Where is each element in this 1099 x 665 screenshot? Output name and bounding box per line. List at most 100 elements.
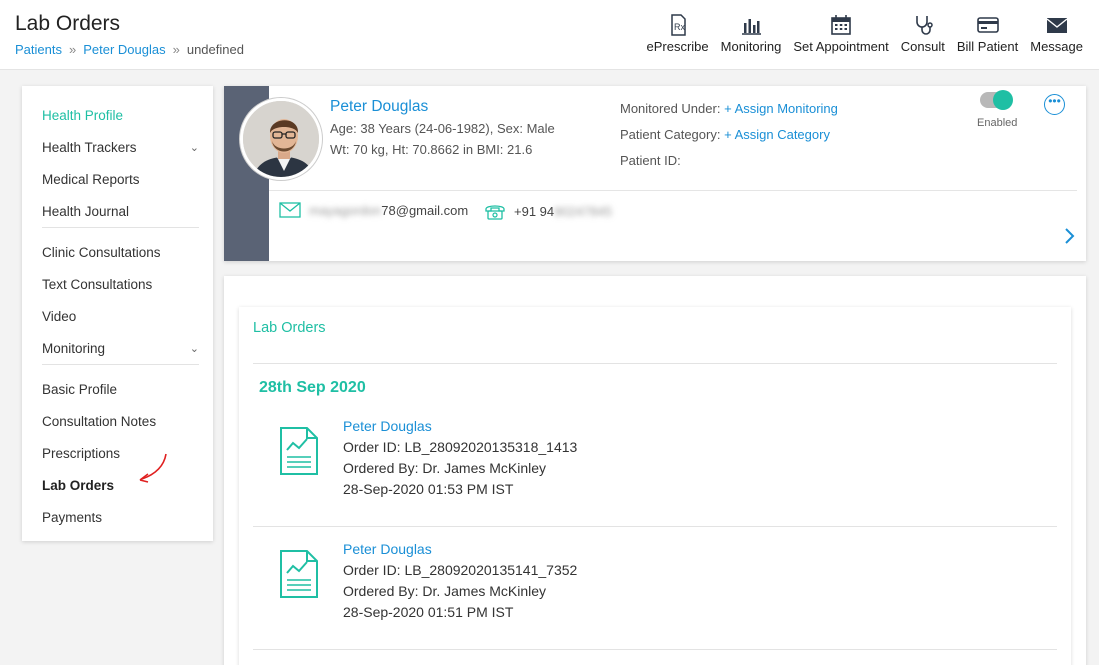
order-id: Order ID: LB_28092020135141_7352 — [343, 562, 578, 578]
patient-photo-icon — [243, 101, 319, 177]
envelope-icon — [1046, 18, 1068, 33]
sidebar-item-label: Health Trackers — [42, 140, 137, 155]
sidebar-item-label: Video — [42, 309, 77, 324]
order-ordered-by: Ordered By: Dr. James McKinley — [343, 583, 547, 599]
avatar — [240, 98, 322, 180]
sidebar-item-medical-reports[interactable]: Medical Reports — [22, 170, 213, 202]
breadcrumb-separator: » — [68, 42, 77, 57]
set-appointment-button[interactable]: Set Appointment — [793, 14, 889, 54]
lab-report-icon — [280, 550, 318, 598]
header-actions: Rx ePrescribe Monitoring Set Appointment… — [635, 14, 1083, 54]
sidebar-item-label: Monitoring — [42, 341, 106, 356]
stethoscope-icon — [915, 16, 933, 35]
sidebar-item-label: Health Journal — [42, 204, 130, 219]
svg-text:Rx: Rx — [674, 22, 685, 32]
top-header: Lab Orders Patients » Peter Douglas » undefi… — [0, 0, 1099, 70]
sidebar-item-label: Text Consultations — [42, 277, 153, 292]
breadcrumb-separator: » — [172, 42, 180, 57]
order-id: Order ID: LB_28092020135318_1413 — [343, 439, 578, 455]
eprescribe-label: ePrescribe — [646, 39, 709, 54]
sidebar-item-health-profile[interactable]: Health Profile — [22, 106, 213, 138]
sidebar-item-label: Clinic Consultations — [42, 245, 161, 260]
lab-orders-divider — [253, 363, 1057, 364]
patient-name-link[interactable]: Peter Douglas — [330, 98, 428, 116]
sidebar-item-label: Basic Profile — [42, 382, 118, 397]
sidebar-item-health-trackers[interactable]: Health Trackers ⌄ — [22, 138, 213, 170]
patient-email: mayagordon 78@gmail.com — [279, 202, 468, 218]
lab-order-item[interactable]: Peter Douglas Order ID: LB_2809202013514… — [253, 532, 1057, 650]
more-options-button[interactable]: ••• — [1044, 94, 1065, 115]
order-timestamp: 28-Sep-2020 01:53 PM IST — [343, 481, 514, 497]
patient-phone: +91 94 90247845 — [484, 202, 612, 220]
sidebar-item-label: Payments — [42, 510, 103, 525]
consult-label: Consult — [900, 39, 945, 54]
lab-orders-title: Lab Orders — [253, 320, 326, 336]
consult-button[interactable]: Consult — [901, 14, 945, 54]
email-redacted: mayagordon — [309, 202, 382, 218]
chevron-right-icon[interactable] — [1064, 226, 1076, 246]
breadcrumb-patients[interactable]: Patients — [15, 42, 62, 57]
lab-order-item[interactable]: Peter Douglas Order ID: LB_2809202013531… — [253, 409, 1057, 527]
sidebar-item-prescriptions[interactable]: Prescriptions — [22, 444, 213, 476]
phone-visible: +91 94 — [514, 203, 555, 219]
patient-weight-height: Wt: 70 kg, Ht: 70.8662 in BMI: 21.6 — [330, 142, 533, 157]
patient-category-row: Patient Category: + Assign Category — [620, 127, 830, 142]
lab-orders-section: Lab Orders 28th Sep 2020 Peter Douglas O… — [224, 276, 1086, 665]
monitored-under-row: Monitored Under: + Assign Monitoring — [620, 101, 838, 116]
email-visible: 78@gmail.com — [381, 202, 469, 218]
enabled-toggle[interactable] — [980, 90, 1013, 110]
sidebar-item-basic-profile[interactable]: Basic Profile — [22, 380, 213, 412]
sidebar-item-health-journal[interactable]: Health Journal — [22, 202, 213, 227]
phone-icon — [485, 205, 505, 220]
annotation-arrow-icon — [139, 453, 167, 483]
patient-category-label: Patient Category: — [620, 127, 721, 142]
breadcrumb-patient-name[interactable]: Peter Douglas — [83, 42, 165, 57]
sidebar-item-consultation-notes[interactable]: Consultation Notes — [22, 412, 213, 444]
breadcrumb-current: undefined — [186, 42, 244, 57]
order-divider — [253, 526, 1057, 527]
sidebar-item-label: Consultation Notes — [42, 414, 157, 429]
chevron-down-icon: ⌄ — [189, 142, 199, 154]
assign-category-link[interactable]: + Assign Category — [724, 127, 830, 142]
patient-id-label: Patient ID: — [620, 153, 681, 168]
page-title: Lab Orders — [15, 12, 121, 35]
patient-summary-card: Peter Douglas Age: 38 Years (24-06-1982)… — [224, 86, 1086, 261]
chevron-down-icon: ⌄ — [189, 343, 199, 355]
assign-monitoring-link[interactable]: + Assign Monitoring — [724, 101, 838, 116]
monitored-under-label: Monitored Under: — [620, 101, 721, 116]
sidebar-divider — [42, 364, 199, 365]
card-divider — [269, 190, 1077, 191]
enabled-toggle-label: Enabled — [977, 117, 1018, 129]
lab-report-icon — [280, 427, 318, 475]
patient-age-sex: Age: 38 Years (24-06-1982), Sex: Male — [330, 121, 555, 136]
eprescribe-button[interactable]: Rx ePrescribe — [647, 14, 709, 54]
set-appointment-label: Set Appointment — [793, 39, 889, 54]
message-button[interactable]: Message — [1030, 14, 1083, 54]
phone-redacted: 90247845 — [554, 203, 612, 219]
sidebar-item-monitoring[interactable]: Monitoring ⌄ — [22, 339, 213, 364]
monitoring-button[interactable]: Monitoring — [721, 14, 781, 54]
order-divider — [253, 649, 1057, 650]
order-timestamp: 28-Sep-2020 01:51 PM IST — [343, 604, 514, 620]
patient-sidebar-nav: Health Profile Health Trackers ⌄ Medical … — [22, 86, 213, 541]
bill-patient-label: Bill Patient — [956, 39, 1019, 54]
sidebar-item-label: Medical Reports — [42, 172, 140, 187]
prescription-icon: Rx — [670, 14, 686, 36]
sidebar-item-payments[interactable]: Payments — [22, 508, 213, 540]
message-label: Message — [1030, 39, 1083, 54]
order-patient-name[interactable]: Peter Douglas — [343, 541, 432, 557]
sidebar-divider — [42, 227, 199, 228]
sidebar-item-label: Prescriptions — [42, 446, 121, 461]
bar-chart-icon — [741, 19, 761, 35]
sidebar-item-lab-orders[interactable]: Lab Orders — [22, 476, 213, 508]
sidebar-item-video[interactable]: Video — [22, 307, 213, 339]
order-patient-name[interactable]: Peter Douglas — [343, 418, 432, 434]
order-ordered-by: Ordered By: Dr. James McKinley — [343, 460, 547, 476]
bill-patient-button[interactable]: Bill Patient — [957, 14, 1018, 54]
order-date-heading: 28th Sep 2020 — [259, 379, 366, 396]
sidebar-item-clinic-consultations[interactable]: Clinic Consultations — [22, 243, 213, 275]
calendar-icon — [831, 15, 851, 35]
sidebar-item-text-consultations[interactable]: Text Consultations — [22, 275, 213, 307]
sidebar-item-label: Lab Orders — [42, 478, 115, 493]
email-icon — [279, 202, 301, 218]
